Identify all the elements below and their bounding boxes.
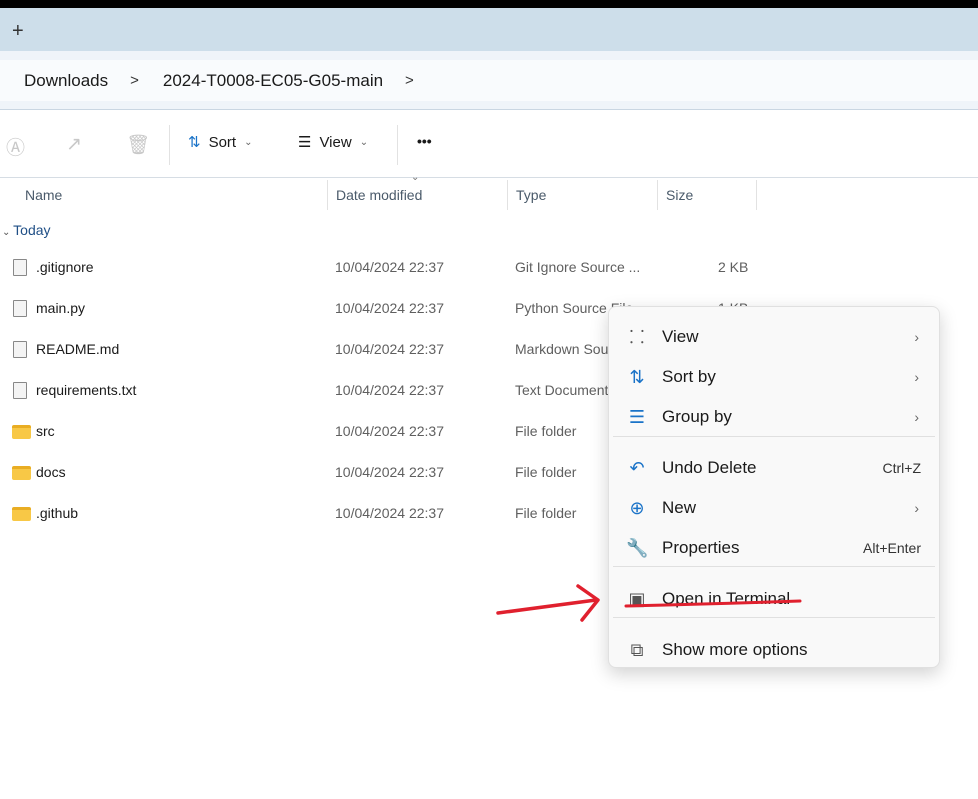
annotation-arrow (496, 584, 802, 622)
